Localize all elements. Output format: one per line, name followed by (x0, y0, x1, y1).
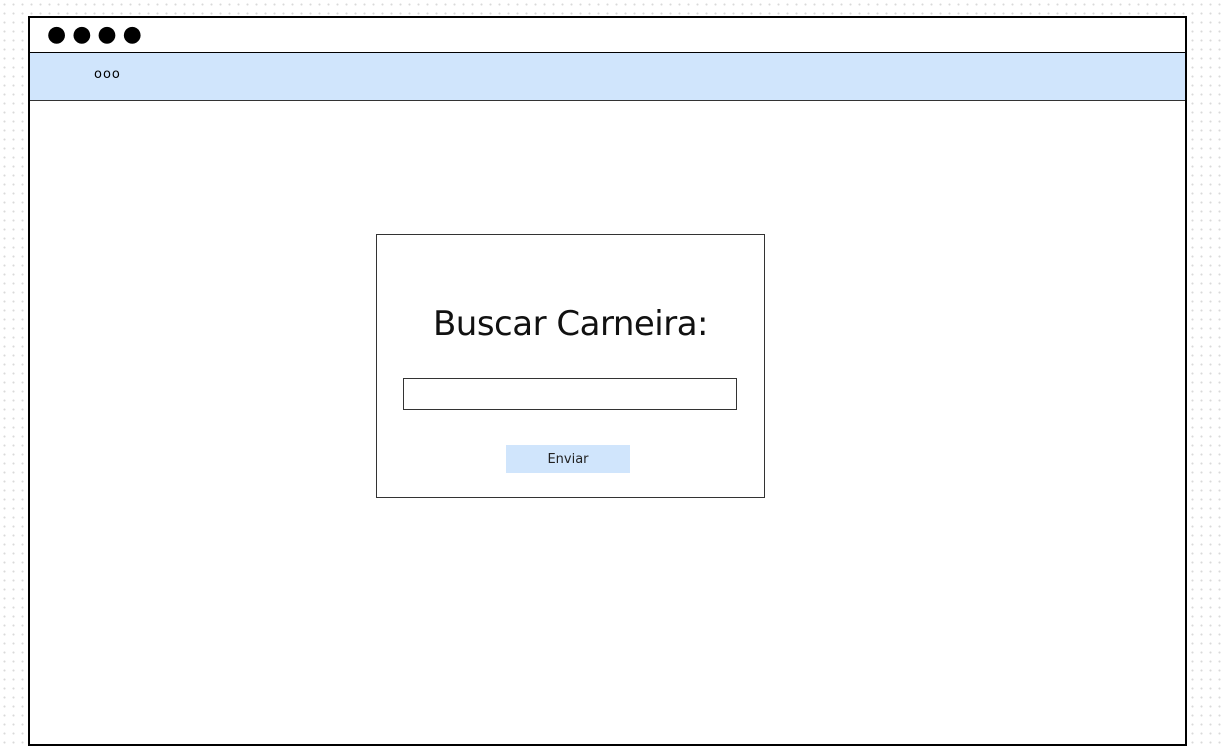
search-input[interactable] (403, 378, 737, 410)
top-navbar: ooo (30, 53, 1185, 101)
submit-button[interactable]: Enviar (506, 445, 630, 473)
browser-window: ●●●● ooo Buscar Carneira: Enviar (28, 16, 1187, 746)
window-titlebar: ●●●● (30, 18, 1185, 53)
search-panel: Buscar Carneira: Enviar (376, 234, 765, 498)
window-controls-icon: ●●●● (47, 22, 148, 47)
menu-icon[interactable]: ooo (94, 66, 121, 84)
search-title: Buscar Carneira: (432, 304, 709, 344)
